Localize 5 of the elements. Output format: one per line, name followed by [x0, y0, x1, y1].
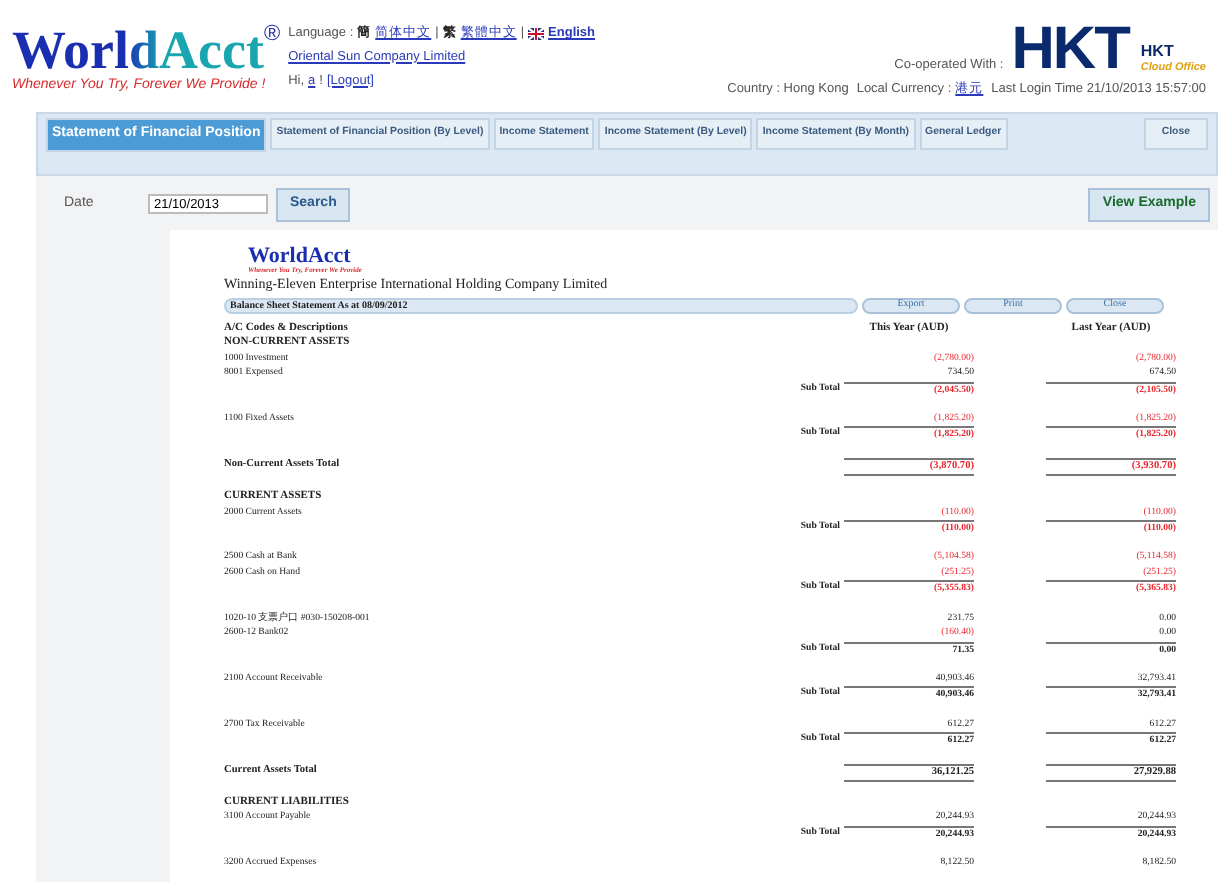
registered-mark: ® — [263, 24, 281, 46]
partner-logo-text: HKT — [1140, 43, 1176, 60]
flag-icon — [528, 27, 545, 40]
partner-logo: HKT — [1011, 24, 1129, 76]
report-logo: WorldAcct — [248, 245, 351, 265]
